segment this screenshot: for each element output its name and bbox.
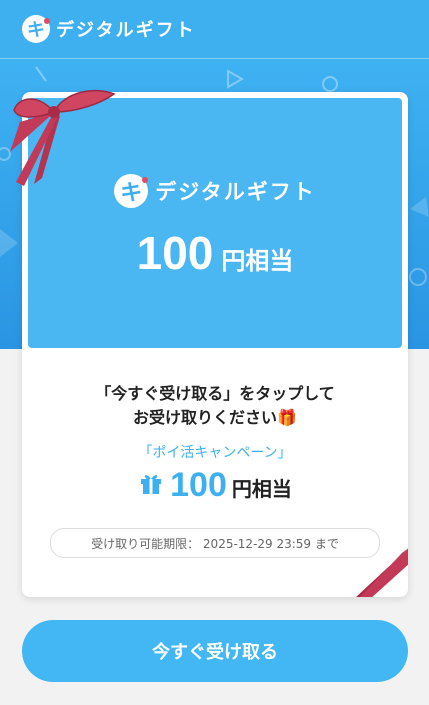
- campaign-name: 「ポイ活キャンペーン」: [138, 445, 292, 461]
- card-amount-value: 100: [136, 227, 214, 279]
- gift-amount: 100 円相当: [22, 466, 408, 505]
- gift-amount-value: 100: [170, 466, 227, 504]
- logo-mark-char: キ: [27, 20, 45, 41]
- instruction-line-1: 「今すぐ受け取る」をタップして: [95, 384, 335, 403]
- header-logo: キ デジタルギフト: [22, 15, 196, 43]
- card-amount-unit: 円相当: [221, 247, 294, 275]
- expiry-date: 受け取り可能期限： 2025-12-29 23:59 まで: [50, 528, 380, 558]
- instruction-message: 「今すぐ受け取る」をタップして お受け取りください🎁: [22, 382, 408, 430]
- ribbon-icon: [10, 89, 116, 186]
- card-amount: 100 円相当: [28, 226, 402, 280]
- card-logo-text: デジタルギフト: [155, 180, 316, 204]
- corner-ribbon-icon: [356, 548, 408, 597]
- receive-now-button[interactable]: 今すぐ受け取る: [22, 620, 408, 682]
- instruction-line-2: お受け取りください🎁: [133, 408, 297, 427]
- header-logo-text: デジタルギフト: [56, 20, 196, 41]
- app-header: キ デジタルギフト: [0, 0, 429, 59]
- gift-amount-unit: 円相当: [231, 477, 292, 501]
- gift-icon: [141, 475, 162, 494]
- logo-mark-icon: キ: [22, 15, 50, 43]
